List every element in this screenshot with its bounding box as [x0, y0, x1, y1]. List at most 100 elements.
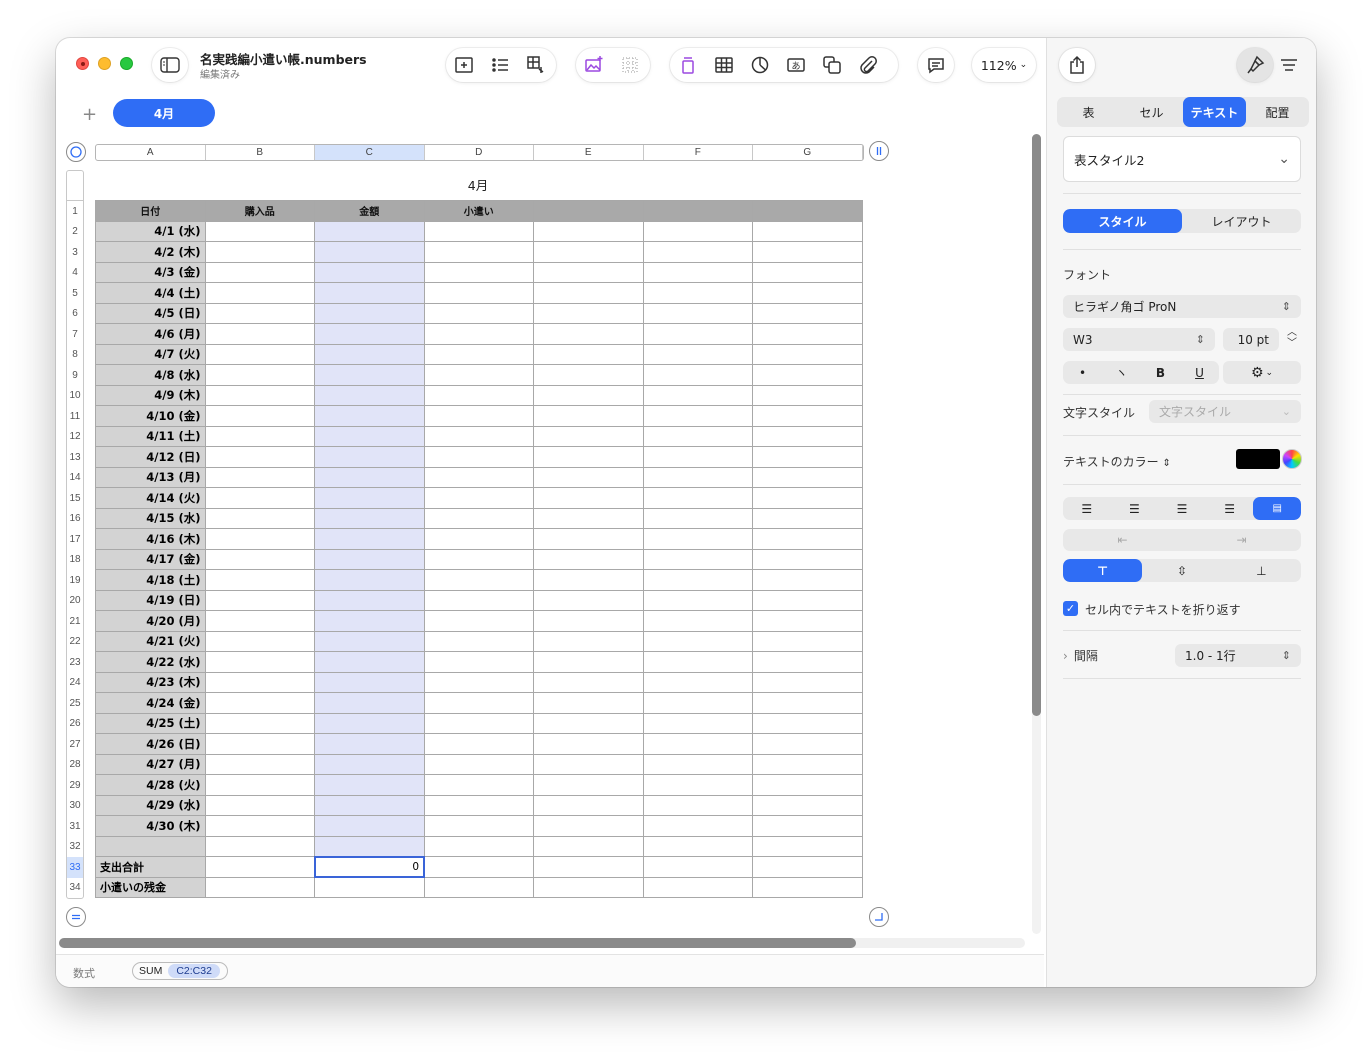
justify-button[interactable]: ☰ [1206, 497, 1254, 520]
align-center-button[interactable]: ☰ [1111, 497, 1159, 520]
sub-tab-1[interactable]: レイアウト [1182, 209, 1301, 233]
table-cell[interactable] [752, 835, 863, 857]
table-cell[interactable] [314, 241, 425, 263]
decrease-indent-button[interactable]: ⇤ [1063, 529, 1182, 551]
row-number[interactable]: 6 [67, 304, 83, 325]
table-cell[interactable] [314, 261, 425, 283]
header-cell[interactable] [642, 200, 753, 222]
table-cell[interactable] [533, 241, 644, 263]
table-cell[interactable] [533, 343, 644, 365]
row-number[interactable]: 24 [67, 673, 83, 694]
table-cell[interactable] [752, 671, 863, 693]
table-cell[interactable] [314, 569, 425, 591]
table-cell[interactable] [423, 712, 534, 734]
table-cell[interactable] [314, 323, 425, 345]
table-cell[interactable] [752, 876, 863, 898]
table-cell[interactable] [533, 548, 644, 570]
table-cell[interactable] [204, 548, 315, 570]
row-number[interactable]: 25 [67, 693, 83, 714]
date-cell[interactable]: 4/4 (土) [95, 282, 206, 304]
align-right-button[interactable]: ☰ [1158, 497, 1206, 520]
table-cell[interactable] [423, 671, 534, 693]
date-cell[interactable]: 4/15 (水) [95, 507, 206, 529]
table-cell[interactable] [204, 220, 315, 242]
header-cell[interactable] [533, 200, 644, 222]
table-cell[interactable] [642, 630, 753, 652]
table-cell[interactable] [423, 733, 534, 755]
table-cell[interactable] [204, 692, 315, 714]
date-cell[interactable]: 4/19 (日) [95, 589, 206, 611]
table-cell[interactable] [752, 528, 863, 550]
table-cell[interactable] [314, 794, 425, 816]
table-cell[interactable] [642, 528, 753, 550]
row-number[interactable]: 18 [67, 550, 83, 571]
table-cell[interactable] [314, 446, 425, 468]
attach-button[interactable] [850, 48, 886, 82]
insert-text-box-button[interactable] [446, 48, 482, 82]
row-number[interactable]: 23 [67, 652, 83, 673]
date-cell[interactable]: 4/1 (水) [95, 220, 206, 242]
text-color-label[interactable]: テキストのカラー ⇕ [1063, 453, 1171, 470]
align-top-button[interactable]: ⊤ [1063, 559, 1143, 582]
table-cell[interactable] [314, 384, 425, 406]
table-cell[interactable] [533, 282, 644, 304]
table-cell[interactable] [752, 507, 863, 529]
select-table-button[interactable] [66, 142, 86, 162]
table-cell[interactable] [642, 733, 753, 755]
table-cell[interactable] [314, 528, 425, 550]
table-cell[interactable] [642, 671, 753, 693]
date-cell[interactable]: 4/3 (金) [95, 261, 206, 283]
table-cell[interactable] [314, 343, 425, 365]
table-cell[interactable] [752, 282, 863, 304]
table-cell[interactable] [642, 876, 753, 898]
row-number[interactable]: 7 [67, 324, 83, 345]
sub-tab-0[interactable]: スタイル [1063, 209, 1182, 233]
sidebar-tab-3[interactable]: 配置 [1246, 97, 1309, 127]
row-number[interactable]: 11 [67, 406, 83, 427]
table-cell[interactable] [204, 282, 315, 304]
formula-chip[interactable]: SUM C2:C32 [132, 962, 228, 980]
table-cell[interactable] [533, 569, 644, 591]
table-cell[interactable] [642, 405, 753, 427]
table-cell[interactable] [533, 794, 644, 816]
media-button[interactable] [576, 48, 612, 82]
table-cell[interactable] [752, 220, 863, 242]
date-cell[interactable]: 4/11 (土) [95, 425, 206, 447]
date-cell[interactable]: 4/21 (火) [95, 630, 206, 652]
row-number[interactable]: 8 [67, 345, 83, 366]
row-number[interactable]: 34 [67, 878, 83, 899]
table-cell[interactable] [642, 692, 753, 714]
zoom-menu[interactable]: 112% ⌄ [972, 48, 1036, 82]
table-cell[interactable] [423, 835, 534, 857]
table-cell[interactable] [752, 712, 863, 734]
table-cell[interactable] [642, 753, 753, 775]
table-cell[interactable] [204, 774, 315, 796]
row-number[interactable]: 3 [67, 242, 83, 263]
date-cell[interactable]: 4/5 (日) [95, 302, 206, 324]
table-cell[interactable] [204, 528, 315, 550]
date-cell[interactable]: 4/18 (土) [95, 569, 206, 591]
table-cell[interactable] [423, 220, 534, 242]
table-cell[interactable] [533, 815, 644, 837]
table-title[interactable]: 4月 [95, 175, 861, 194]
table-cell[interactable] [533, 220, 644, 242]
table-cell[interactable] [204, 261, 315, 283]
table-cell[interactable] [752, 364, 863, 386]
increase-indent-button[interactable]: ⇥ [1182, 529, 1301, 551]
row-number[interactable]: 29 [67, 775, 83, 796]
table-cell[interactable] [204, 323, 315, 345]
font-size-stepper[interactable]: ︿ ﹀ [1283, 327, 1301, 352]
table-style-dropdown[interactable]: 表スタイル2 ⌄ [1063, 136, 1301, 182]
date-cell[interactable]: 4/16 (木) [95, 528, 206, 550]
table-cell[interactable] [204, 446, 315, 468]
table-cell[interactable] [752, 343, 863, 365]
row-number[interactable]: 21 [67, 611, 83, 632]
table-cell[interactable] [423, 548, 534, 570]
table-cell[interactable] [752, 630, 863, 652]
footer-label-cell[interactable]: 支出合計 [95, 856, 206, 878]
table-cell[interactable] [204, 835, 315, 857]
table-cell[interactable] [204, 507, 315, 529]
table-cell[interactable] [752, 384, 863, 406]
table-cell[interactable] [533, 487, 644, 509]
table-cell[interactable] [204, 241, 315, 263]
